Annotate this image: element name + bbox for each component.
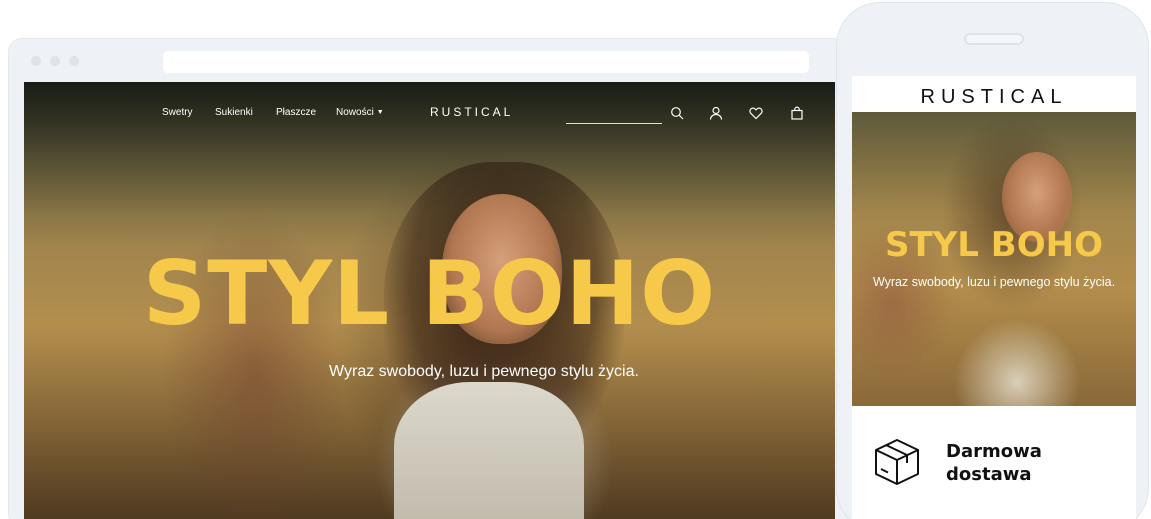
mobile-phone-mockup: RUSTICAL STYL BOHO Wyraz swobody, luzu i… [836,2,1149,519]
window-dot [50,56,60,66]
mobile-hero: STYL BOHO Wyraz swobody, luzu i pewnego … [852,112,1136,406]
desktop-hero: Swetry Sukienki Płaszcze Nowości ▼ RUSTIC… [24,82,835,519]
window-controls [31,56,79,66]
nav-item-nowosci[interactable]: Nowości ▼ [336,107,384,118]
heart-icon[interactable] [749,106,763,120]
hero-title: STYL BOHO [142,242,717,345]
free-shipping-label: Darmowa dostawa [946,441,1042,485]
window-dot [31,56,41,66]
caret-down-icon: ▼ [376,109,384,116]
mobile-hero-subtitle: Wyraz swobody, luzu i pewnego stylu życi… [872,275,1116,289]
hero-photo-top [394,382,584,519]
window-dot [69,56,79,66]
box-icon [872,436,922,488]
hero-subtitle: Wyraz swobody, luzu i pewnego stylu życi… [329,363,639,380]
nav-item-swetry[interactable]: Swetry [162,107,193,118]
brand-logo[interactable]: RUSTICAL [430,105,513,119]
user-icon[interactable] [709,106,723,120]
nav-item-nowosci-label: Nowości [336,107,374,118]
search-icon[interactable] [670,106,684,120]
cart-icon[interactable] [790,106,804,120]
phone-speaker [964,33,1024,45]
search-input[interactable] [566,123,662,124]
mobile-brand-logo[interactable]: RUSTICAL [852,86,1136,109]
mobile-screen: RUSTICAL STYL BOHO Wyraz swobody, luzu i… [852,76,1136,519]
mobile-hero-title: STYL BOHO [885,225,1103,265]
address-bar[interactable] [163,51,809,73]
nav-item-plaszcze[interactable]: Płaszcze [276,107,316,118]
nav-item-sukienki[interactable]: Sukienki [215,107,253,118]
desktop-nav: Swetry Sukienki Płaszcze Nowości ▼ RUSTIC… [24,82,835,144]
